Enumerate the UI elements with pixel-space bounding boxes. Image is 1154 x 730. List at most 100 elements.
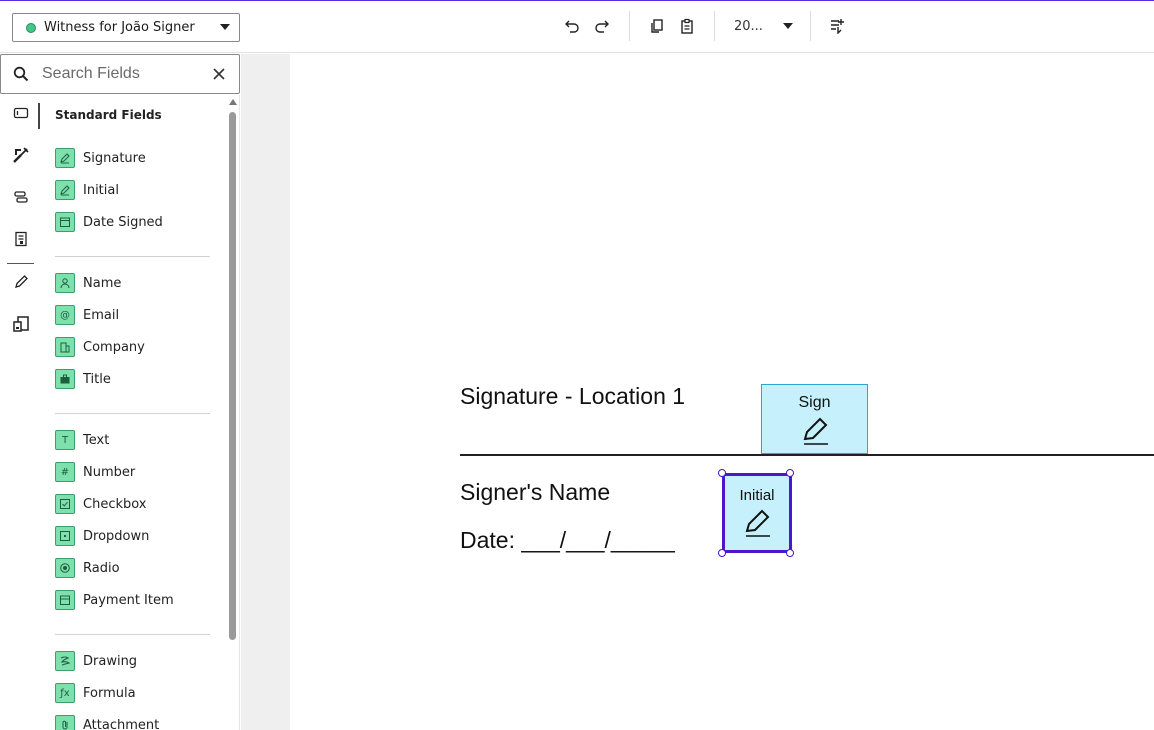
add-comment-button[interactable]: [825, 14, 849, 38]
fields-panel: Standard Fields Signature Initial Date S…: [40, 95, 226, 730]
undo-icon: [565, 20, 579, 33]
copy-button[interactable]: [645, 14, 669, 38]
resize-handle[interactable]: [786, 549, 794, 557]
calendar-icon: [55, 212, 75, 232]
signature-line: [460, 454, 1154, 456]
toolbar: Witness for João Signer 20...: [0, 1, 1154, 53]
pen-icon: [745, 509, 770, 537]
field-dropdown[interactable]: Dropdown: [55, 526, 149, 546]
recipient-label: Witness for João Signer: [44, 20, 195, 35]
field-label: Initial: [83, 182, 119, 198]
drawing-icon: [55, 651, 75, 671]
field-checkbox[interactable]: Checkbox: [55, 494, 147, 514]
pen-icon: [55, 180, 75, 200]
rail-standard-fields[interactable]: [11, 103, 31, 123]
pen-icon: [803, 417, 828, 445]
field-payment-item[interactable]: Payment Item: [55, 590, 174, 610]
field-label: Text: [83, 432, 110, 448]
field-label: Email: [83, 307, 120, 323]
clear-search-icon[interactable]: [212, 67, 226, 81]
field-text[interactable]: T Text: [55, 430, 109, 450]
field-label: Title: [83, 371, 111, 387]
zoom-caret-icon: [783, 23, 793, 29]
sign-tag-label: Sign: [798, 394, 831, 411]
text-icon: T: [55, 430, 75, 450]
rail-forms[interactable]: [11, 229, 31, 249]
rail-devices[interactable]: [11, 314, 31, 334]
field-label: Date Signed: [83, 214, 163, 230]
field-formula[interactable]: ƒx Formula: [55, 683, 136, 703]
search-icon: [13, 66, 29, 82]
payment-icon: [55, 590, 75, 610]
initial-tag-label: Initial: [739, 487, 775, 504]
resize-handle[interactable]: [786, 469, 794, 477]
resize-handle[interactable]: [718, 469, 726, 477]
date-line: Date: ___/___/_____: [460, 527, 675, 553]
at-icon: @: [55, 305, 75, 325]
add-comment-icon: [831, 19, 844, 34]
toolbar-divider: [810, 11, 811, 41]
category-rail: [0, 95, 40, 730]
redo-icon: [595, 20, 609, 33]
field-date-signed[interactable]: Date Signed: [55, 212, 163, 232]
group-divider: [55, 413, 210, 414]
paperclip-icon: [55, 715, 75, 730]
paste-button[interactable]: [675, 14, 699, 38]
copy-icon: [651, 19, 663, 33]
sign-tag[interactable]: Sign: [761, 384, 868, 454]
field-label: Formula: [83, 685, 136, 701]
field-radio[interactable]: Radio: [55, 558, 120, 578]
toolbar-divider: [714, 11, 715, 41]
zoom-select[interactable]: 20...: [727, 14, 801, 38]
rail-stack[interactable]: [11, 187, 31, 207]
briefcase-icon: [55, 369, 75, 389]
field-title[interactable]: Title: [55, 369, 111, 389]
hash-icon: #: [55, 462, 75, 482]
field-company[interactable]: Company: [55, 337, 145, 357]
field-label: Company: [83, 339, 145, 355]
document-gutter: [241, 54, 290, 730]
recipient-status-dot: [26, 22, 36, 33]
checkbox-icon: [55, 494, 75, 514]
paste-icon: [681, 18, 693, 34]
dropdown-icon: [55, 526, 75, 546]
pencil-icon: [15, 275, 28, 288]
toolbar-divider: [629, 11, 630, 41]
field-number[interactable]: # Number: [55, 462, 135, 482]
building-icon: [55, 337, 75, 357]
field-label: Dropdown: [83, 528, 150, 544]
field-name[interactable]: Name: [55, 273, 121, 293]
recipient-selector[interactable]: Witness for João Signer: [12, 13, 240, 42]
initial-tag-selected[interactable]: Initial: [722, 473, 792, 553]
search-input[interactable]: [42, 65, 202, 83]
formula-icon: ƒx: [55, 683, 75, 703]
rail-tools[interactable]: [11, 145, 31, 165]
field-label: Signature: [83, 150, 146, 166]
devices-icon: [13, 316, 29, 332]
scroll-up-arrow-icon[interactable]: [229, 99, 237, 105]
field-label: Radio: [83, 560, 120, 576]
field-initial[interactable]: Initial: [55, 180, 119, 200]
resize-handle[interactable]: [718, 549, 726, 557]
zoom-value: 20...: [734, 18, 763, 34]
group-divider: [55, 256, 210, 257]
signature-heading: Signature - Location 1: [460, 383, 686, 409]
field-drawing[interactable]: Drawing: [55, 651, 137, 671]
field-attachment[interactable]: Attachment: [55, 715, 159, 730]
person-icon: [55, 273, 75, 293]
rail-edit[interactable]: [11, 272, 31, 292]
scrollbar-thumb[interactable]: [229, 112, 236, 640]
field-email[interactable]: @ Email: [55, 305, 119, 325]
panel-scrollbar[interactable]: [226, 95, 240, 730]
field-label: Drawing: [83, 653, 138, 669]
form-icon: [15, 231, 27, 247]
group-divider: [55, 634, 210, 635]
field-signature[interactable]: Signature: [55, 148, 146, 168]
redo-button[interactable]: [590, 14, 614, 38]
wrench-icon: [13, 147, 29, 163]
radio-icon: [55, 558, 75, 578]
field-label: Attachment: [83, 717, 160, 730]
undo-button[interactable]: [560, 14, 584, 38]
field-label: Name: [83, 275, 122, 291]
chevron-down-icon: [220, 24, 230, 30]
